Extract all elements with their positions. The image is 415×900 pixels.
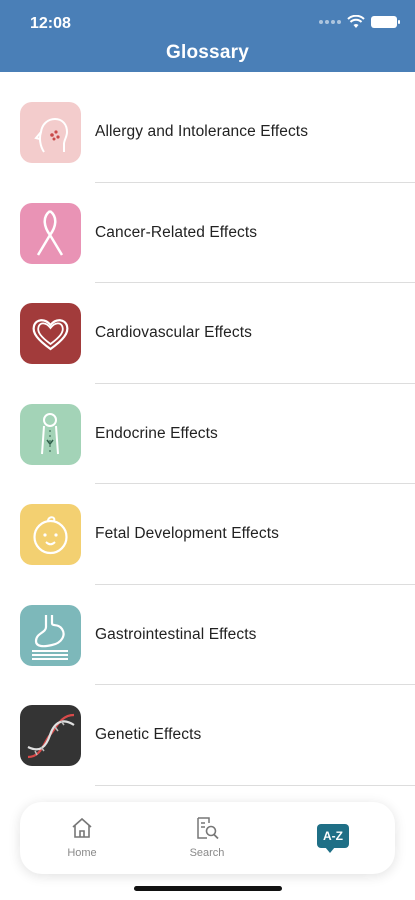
search-document-icon — [197, 817, 219, 840]
list-item-label: Cancer-Related Effects — [95, 223, 258, 241]
glossary-list: Allergy and Intolerance Effects Cancer-R… — [0, 82, 415, 786]
home-icon — [72, 817, 92, 838]
list-item-label: Gastrointestinal Effects — [95, 625, 257, 643]
list-item-label: Fetal Development Effects — [95, 525, 279, 542]
list-item-genetic[interactable]: Genetic Effects — [0, 685, 415, 786]
app-header: 12:08 Glossary — [0, 0, 415, 72]
stomach-icon — [20, 604, 81, 666]
cellular-signal-icon — [319, 20, 341, 24]
tab-az[interactable]: A-Z — [283, 802, 383, 874]
status-time: 12:08 — [30, 15, 71, 32]
allergy-icon — [20, 102, 81, 163]
list-item-gastrointestinal[interactable]: Gastrointestinal Effects — [0, 585, 415, 685]
divider — [95, 784, 415, 786]
battery-icon — [371, 16, 400, 28]
list-item-cardiovascular[interactable]: Cardiovascular Effects — [0, 283, 415, 384]
endocrine-icon — [20, 403, 81, 465]
dna-icon — [20, 705, 81, 766]
heart-icon — [20, 303, 81, 364]
tab-home[interactable]: Home — [32, 802, 132, 874]
baby-icon — [20, 504, 81, 565]
list-item-fetal[interactable]: Fetal Development Effects — [0, 484, 415, 585]
list-item-label: Allergy and Intolerance Effects — [95, 123, 309, 140]
list-item-cancer[interactable]: Cancer-Related Effects — [0, 183, 415, 283]
list-item-label: Endocrine Effects — [95, 424, 218, 442]
tab-home-label: Home — [67, 847, 97, 859]
list-item-endocrine[interactable]: Endocrine Effects — [0, 384, 415, 484]
list-item-allergy[interactable]: Allergy and Intolerance Effects — [0, 82, 415, 183]
ribbon-icon — [20, 202, 81, 264]
tab-search[interactable]: Search — [157, 802, 257, 874]
wifi-icon — [347, 15, 365, 28]
page-title: Glossary — [166, 42, 249, 63]
status-icons — [319, 15, 400, 29]
list-item-label: Genetic Effects — [95, 726, 202, 743]
list-item-label: Cardiovascular Effects — [95, 324, 252, 341]
home-indicator — [134, 886, 282, 891]
tab-bar: Home Search A-Z — [20, 802, 395, 874]
tab-search-label: Search — [189, 847, 225, 859]
az-icon: A-Z — [317, 824, 349, 853]
